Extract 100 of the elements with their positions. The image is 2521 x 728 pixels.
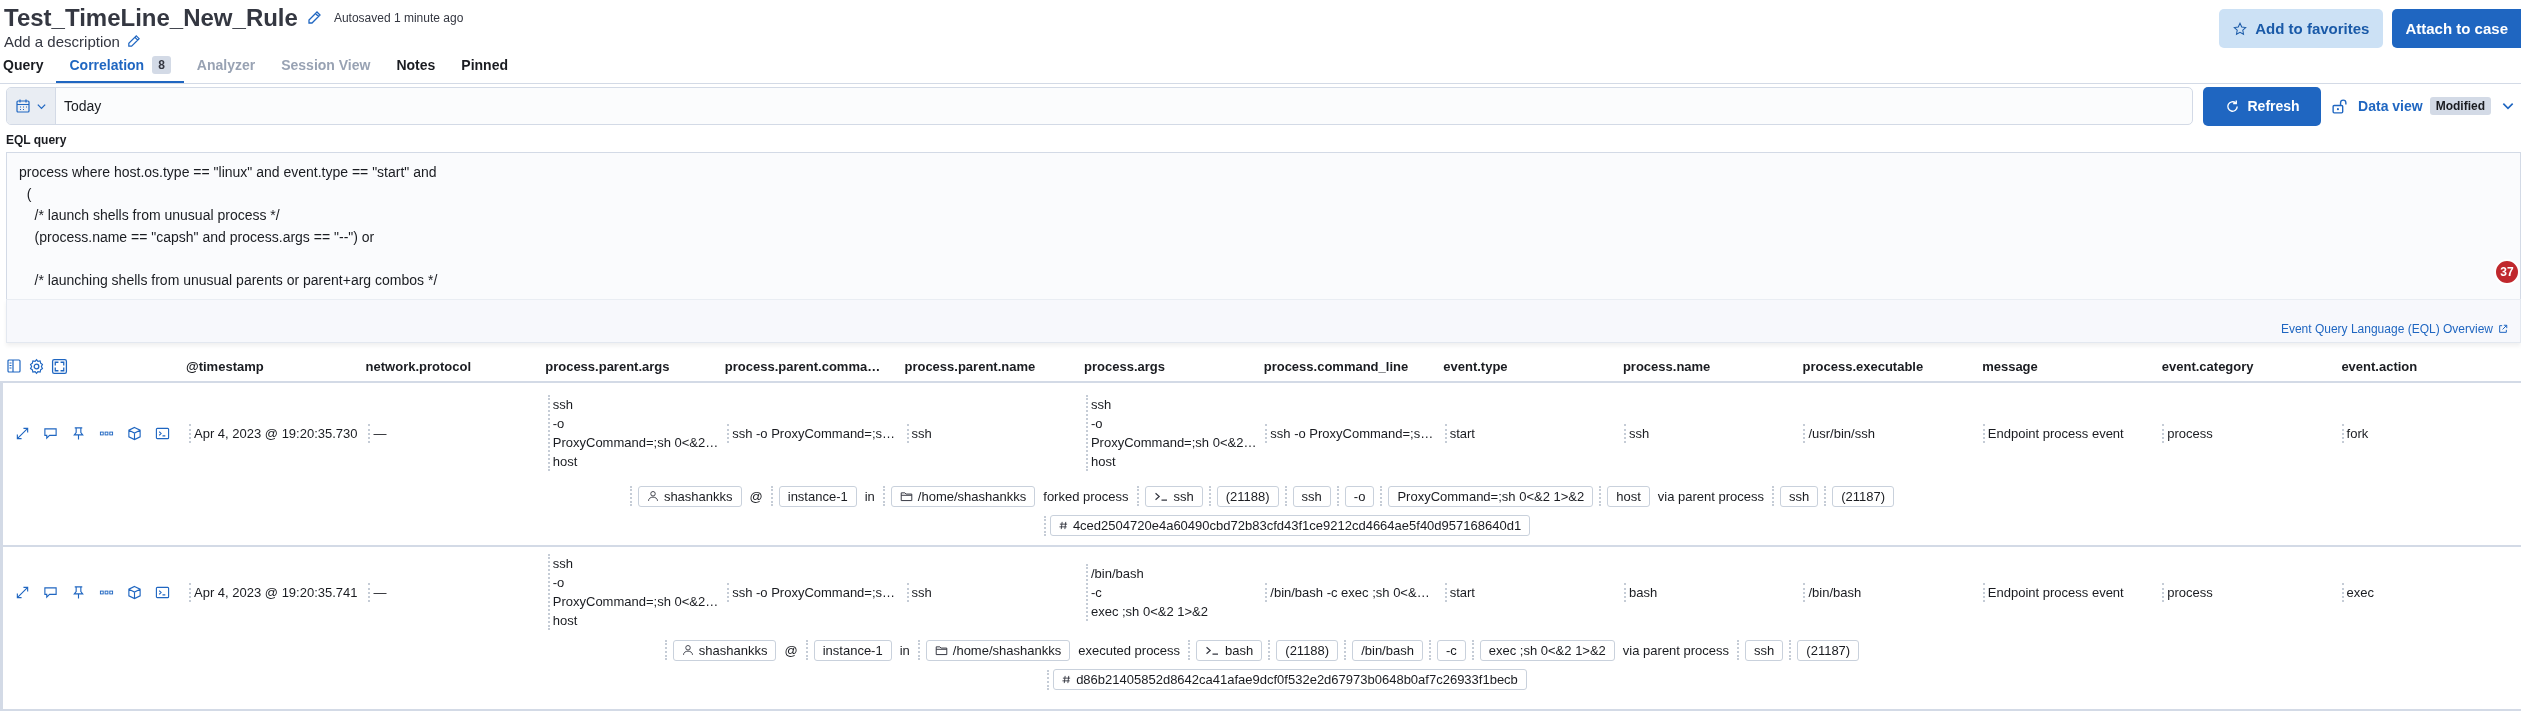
column-header[interactable]: process.parent.name xyxy=(904,358,1085,374)
directory-chip[interactable]: /home/shashankks xyxy=(925,639,1071,661)
expand-icon[interactable] xyxy=(15,584,30,600)
cell-value: -c xyxy=(1090,583,1103,602)
field-chip[interactable]: ssh xyxy=(1780,485,1819,507)
process-chip[interactable]: ssh xyxy=(1144,485,1203,507)
cell-value: ssh -o ProxyCommand=;s… xyxy=(732,583,896,602)
column-header[interactable]: process.args xyxy=(1084,358,1264,374)
columns-icon[interactable] xyxy=(6,358,22,374)
star-icon xyxy=(2233,21,2248,36)
external-link-icon xyxy=(2498,324,2508,334)
pencil-icon[interactable] xyxy=(125,34,141,49)
cell-value: ssh xyxy=(552,396,574,414)
field-chip[interactable]: host xyxy=(1607,485,1650,507)
expand-icon[interactable] xyxy=(15,425,30,441)
column-header[interactable]: @timestamp xyxy=(186,358,366,374)
eql-query-label: EQL query xyxy=(5,132,68,149)
cell-value: -o xyxy=(1090,415,1104,433)
field-chip[interactable]: exec ;sh 0<&2 1>&2 xyxy=(1479,639,1615,661)
tab[interactable]: Query xyxy=(0,52,57,83)
eql-overview-link[interactable]: Event Query Language (EQL) Overview xyxy=(2280,322,2508,336)
field-chip[interactable]: /bin/bash xyxy=(1352,639,1423,661)
fullscreen-icon[interactable] xyxy=(51,357,68,375)
terminal-icon[interactable] xyxy=(155,584,170,600)
process-hash: 4ced2504720e4a60490cbd72b83cfd43f1ce9212cd4664ae5f40d957168640d1 xyxy=(1072,518,1522,533)
summary-text: via parent process xyxy=(1656,488,1766,504)
refresh-button[interactable]: Refresh xyxy=(2203,86,2322,126)
cube-icon[interactable] xyxy=(127,425,142,441)
field-chip[interactable]: -o xyxy=(1344,485,1375,507)
column-header[interactable]: event.category xyxy=(2161,358,2342,374)
directory-path: /home/shashankks xyxy=(952,642,1062,658)
attach-to-case-button[interactable]: Attach to case xyxy=(2392,9,2521,48)
cell-value: exec xyxy=(2346,583,2375,602)
tab[interactable]: Notes xyxy=(383,52,449,83)
date-picker-field[interactable]: Today xyxy=(6,87,2194,125)
cell-value: process xyxy=(2167,583,2213,602)
cell-value: host xyxy=(552,612,579,630)
terminal-prompt-icon xyxy=(1205,644,1221,656)
hash-icon xyxy=(1058,521,1068,530)
hash-chip[interactable]: d86b21405852d8642ca41afae9dcf0f532e2d67973b0648b0af7c26933f1becb xyxy=(1053,669,1527,690)
field-chip[interactable]: instance-1 xyxy=(813,639,892,661)
field-chip[interactable]: instance-1 xyxy=(778,485,857,507)
column-header[interactable]: process.command_line xyxy=(1263,358,1444,374)
cell-value: ProxyCommand=;sh 0<&2… xyxy=(552,434,719,452)
pin-icon[interactable] xyxy=(71,584,86,600)
process-name: bash xyxy=(1225,642,1254,658)
settings-icon[interactable] xyxy=(28,357,45,375)
field-chip[interactable]: ssh xyxy=(1745,639,1784,661)
directory-path: /home/shashankks xyxy=(917,488,1027,504)
date-range-value: Today xyxy=(63,97,102,116)
field-chip[interactable]: ssh xyxy=(1292,485,1331,507)
timeline-title: Test_TimeLine_New_Rule xyxy=(4,4,298,32)
cell-value: process xyxy=(2167,424,2213,443)
data-view-button[interactable]: Data view xyxy=(2358,98,2423,114)
eql-query-field[interactable]: process where host.os.type == "linux" and event.type == "start" and ( /* launch shells from unusual process */ (process.name == "capsh" and process.args == "--") or /* launching shells from unusual parents or parent+arg combos */ 37 xyxy=(6,152,2521,299)
cell-value: Apr 4, 2023 @ 19:20:35.730 xyxy=(194,424,358,443)
cell-value: ssh -o ProxyCommand=;s… xyxy=(732,424,896,443)
field-chip[interactable]: (21188) xyxy=(1276,639,1339,661)
cell-value: /bin/bash xyxy=(1808,583,1862,602)
pencil-icon[interactable] xyxy=(305,10,322,26)
user-chip[interactable]: shashankks xyxy=(672,639,777,661)
column-header[interactable]: event.action xyxy=(2341,358,2521,374)
column-header[interactable]: process.parent.comma… xyxy=(724,358,905,374)
cell-value: ssh xyxy=(552,555,574,573)
cube-icon[interactable] xyxy=(127,584,142,600)
comment-icon[interactable] xyxy=(43,425,58,441)
cell-value: — xyxy=(373,424,387,443)
folder-icon xyxy=(934,643,948,657)
column-header[interactable]: process.parent.args xyxy=(545,358,725,374)
description-placeholder[interactable]: Add a description xyxy=(4,33,120,50)
summary-text: via parent process xyxy=(1621,642,1731,658)
process-chip[interactable]: bash xyxy=(1196,639,1263,661)
cell-value: Endpoint process event xyxy=(1987,583,2124,602)
field-chip[interactable]: -c xyxy=(1436,639,1466,661)
comment-icon[interactable] xyxy=(43,584,58,600)
field-chip[interactable]: ProxyCommand=;sh 0<&2 1>&2 xyxy=(1388,485,1594,507)
tab[interactable]: Correlation 8 xyxy=(56,52,184,83)
field-chip[interactable]: (21187) xyxy=(1797,639,1860,661)
terminal-icon[interactable] xyxy=(155,425,170,441)
field-chip[interactable]: (21188) xyxy=(1216,485,1279,507)
cell-value: ssh xyxy=(1090,396,1113,414)
hash-chip[interactable]: 4ced2504720e4a60490cbd72b83cfd43f1ce9212cd4664ae5f40d957168640d1 xyxy=(1049,515,1531,536)
column-header[interactable]: network.protocol xyxy=(365,358,546,374)
pin-icon[interactable] xyxy=(71,425,86,441)
user-name: shashankks xyxy=(663,488,733,504)
user-chip[interactable]: shashankks xyxy=(637,485,742,507)
notification-badge: 37 xyxy=(2494,259,2520,285)
field-chip[interactable]: (21187) xyxy=(1832,485,1895,507)
cell-value: bash xyxy=(1629,583,1658,602)
tab[interactable]: Pinned xyxy=(448,52,521,83)
hash-icon xyxy=(1062,675,1072,684)
summary-text: in xyxy=(898,642,911,658)
favorites-button[interactable]: Add to favorites xyxy=(2219,9,2384,48)
column-header[interactable]: process.name xyxy=(1622,358,1803,374)
directory-chip[interactable]: /home/shashankks xyxy=(890,485,1036,507)
process-name: ssh xyxy=(1173,488,1194,504)
column-header[interactable]: message xyxy=(1982,358,2162,374)
column-header[interactable]: event.type xyxy=(1443,358,1623,374)
unlock-icon[interactable] xyxy=(2331,97,2349,115)
column-header[interactable]: process.executable xyxy=(1802,358,1983,374)
